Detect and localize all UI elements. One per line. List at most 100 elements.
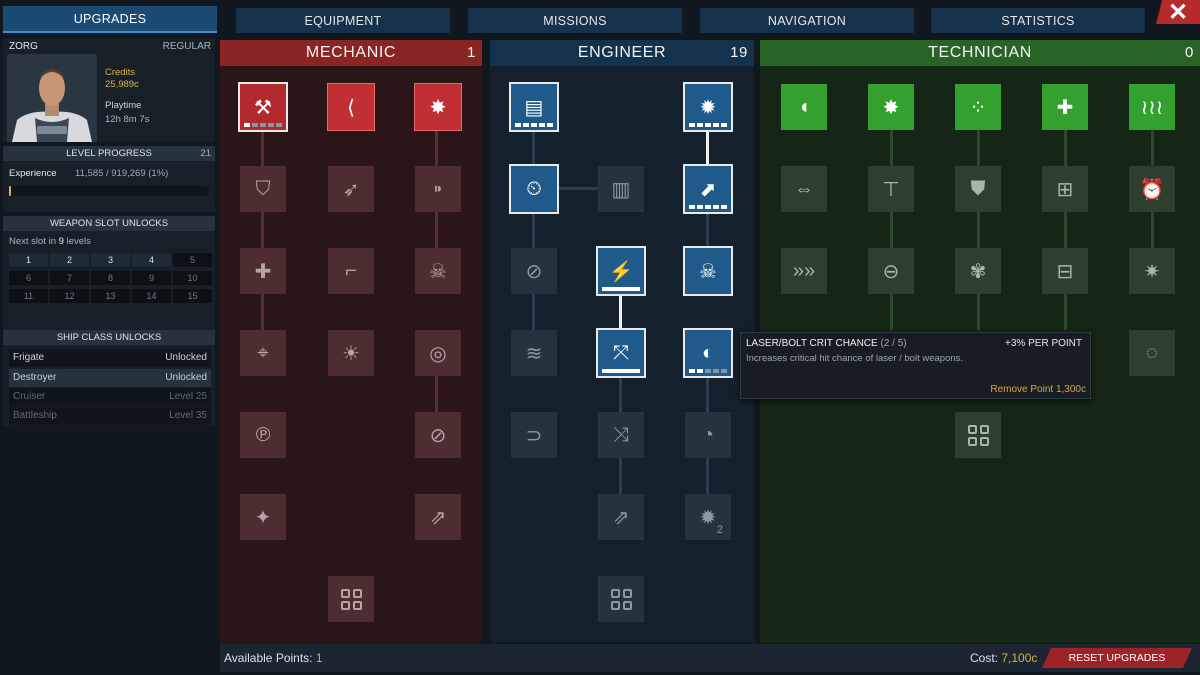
engineer-node-arc[interactable]: ⤨ (598, 412, 644, 458)
technician-node-scatter[interactable]: ⁘ (955, 84, 1001, 130)
mechanic-node-skull[interactable]: ☠ (415, 248, 461, 294)
rank-pip (602, 369, 640, 373)
mechanic-node-burst[interactable]: ✸ (415, 84, 461, 130)
tooltip-title: LASER/BOLT CRIT CHANCE (2 / 5) (746, 338, 907, 349)
battery-plus-icon: ▥ (611, 178, 631, 201)
cluster-icon: ✾ (969, 260, 987, 283)
technician-node-dice[interactable] (955, 412, 1001, 458)
experience-bar-fill (9, 186, 11, 196)
engineer-node-chain[interactable]: ⤧ (596, 328, 646, 378)
upgrades-screen: { "tabs": [ {"label": "UPGRADES", "activ… (0, 0, 1200, 675)
technician-node-spark[interactable]: ✸ (868, 84, 914, 130)
engineer-node-waves[interactable]: ≋ (511, 330, 557, 376)
mechanic-node-orbit[interactable]: ⊘ (415, 412, 461, 458)
tab-equipment[interactable]: EQUIPMENT (236, 8, 450, 33)
mechanic-node-parking[interactable]: ℗ (240, 412, 286, 458)
mechanic-node-rockets[interactable]: ⇗ (415, 494, 461, 540)
technician-node-gyro[interactable]: ⊖ (868, 248, 914, 294)
reset-upgrades-button[interactable]: RESET UPGRADES (1042, 648, 1192, 668)
cycle-icon: ◎ (429, 342, 447, 365)
technician-node-medkit-timer[interactable]: ⊞ (1042, 166, 1088, 212)
shield-burst-icon: ⛊ (970, 177, 986, 200)
tab-upgrades[interactable]: UPGRADES (3, 6, 217, 33)
mechanic-node-missile[interactable]: ➶ (328, 166, 374, 212)
technician-node-anchor[interactable]: ⊤ (868, 166, 914, 212)
engineer-node-lightning[interactable]: ⚡ (596, 246, 646, 296)
engineer-node-no-signal[interactable]: ⊘ (511, 248, 557, 294)
mechanic-header: MECHANIC 1 (220, 40, 482, 66)
mechanic-node-boomerang[interactable]: ⌐ (328, 248, 374, 294)
engineer-node-orbit[interactable]: ◔ (685, 412, 731, 458)
mechanic-node-sun[interactable]: ☀ (328, 330, 374, 376)
technician-node-recycle[interactable]: ◌ (1129, 330, 1175, 376)
engineer-node-bolts[interactable]: ⇗ (598, 494, 644, 540)
engineer-node-battery-timer[interactable]: ⏲ (509, 164, 559, 214)
technician-node-heat[interactable]: ≀≀≀ (1129, 84, 1175, 130)
sun-icon: ☀ (342, 342, 360, 365)
technician-node-medkit-arrow[interactable]: ⊟ (1042, 248, 1088, 294)
engineer-node-bolt-shot[interactable]: ⬈ (683, 164, 733, 214)
ship-name: Frigate (13, 352, 45, 363)
tab-bar: UPGRADES EQUIPMENT MISSIONS NAVIGATION S… (0, 0, 1200, 34)
recycle-icon: ◌ (1146, 341, 1158, 364)
rank-pip (697, 123, 703, 127)
crit-cycle-icon: ◐ (701, 341, 715, 364)
mechanic-node-target[interactable]: ⌖ (240, 330, 286, 376)
mechanic-node-heal[interactable]: ✚ (240, 248, 286, 294)
weapon-slot: 4 (132, 253, 171, 267)
technician-node-cluster[interactable]: ✾ (955, 248, 1001, 294)
technician-node-alarm[interactable]: ⏰ (1129, 166, 1175, 212)
technician-node-shield-burst[interactable]: ⛊ (955, 166, 1001, 212)
tab-navigation[interactable]: NAVIGATION (700, 8, 914, 33)
technician-node-medkit[interactable]: ✚ (1042, 84, 1088, 130)
mechanic-node-bullets[interactable]: ⁍ (415, 166, 461, 212)
experience-label: Experience (9, 168, 57, 179)
mechanic-node-repair[interactable]: ⚒ (238, 82, 288, 132)
dice-icon (340, 588, 362, 610)
target-burst-icon: ⌖ (257, 341, 269, 364)
ship-row-destroyer[interactable]: Destroyer Unlocked (9, 369, 211, 387)
rank-pip (268, 123, 274, 127)
available-label: Available Points: (224, 651, 313, 665)
weapon-slot: 6 (9, 271, 48, 285)
engineer-node-magnet[interactable]: ⊃ (511, 412, 557, 458)
weapon-slot: 11 (9, 289, 48, 303)
technician-node-bullet[interactable]: ◖ (781, 84, 827, 130)
engineer-node-laser-crit[interactable]: ◐ (683, 328, 733, 378)
plus-icon: ✚ (254, 260, 272, 283)
tab-missions[interactable]: MISSIONS (468, 8, 682, 33)
rank-pip (721, 205, 727, 209)
ship-status: Unlocked (165, 352, 207, 363)
ship-class-header: SHIP CLASS UNLOCKS (3, 330, 215, 345)
level-badge: 2 (716, 524, 723, 536)
engineer-node-battery[interactable]: ▤ (509, 82, 559, 132)
level-progress-panel: LEVEL PROGRESS 21 Experience 11,585 / 91… (3, 146, 215, 212)
technician-node-arrows[interactable]: ⇔ (781, 166, 827, 212)
rank-pips (602, 287, 640, 291)
engineer-node-dice[interactable] (598, 576, 644, 622)
technician-node-chevrons[interactable]: »» (781, 248, 827, 294)
engineer-node-battery-plus[interactable]: ▥ (598, 166, 644, 212)
mechanic-node-dice[interactable] (328, 576, 374, 622)
ship-row-frigate[interactable]: Frigate Unlocked (9, 349, 211, 367)
mechanic-node-armor[interactable]: ⛉ (240, 166, 286, 212)
engineer-node-bug[interactable]: ✹ (683, 82, 733, 132)
engineer-node-skull-bolt[interactable]: ☠ (683, 246, 733, 296)
ship-row-cruiser[interactable]: Cruiser Level 25 (9, 388, 211, 406)
level-progress-title: LEVEL PROGRESS (66, 148, 152, 159)
mechanic-node-sparks[interactable]: ✦ (240, 494, 286, 540)
tab-statistics[interactable]: STATISTICS (931, 8, 1145, 33)
close-button[interactable]: ✕ (1156, 0, 1200, 24)
weapon-slot: 5 (173, 253, 212, 267)
engineer-node-bug-2[interactable]: ✹ 2 (685, 494, 731, 540)
level-progress-header: LEVEL PROGRESS 21 (3, 146, 215, 161)
experience-bar (9, 186, 209, 196)
technician-node-spike[interactable]: ✷ (1129, 248, 1175, 294)
mechanic-node-cycle[interactable]: ◎ (415, 330, 461, 376)
mechanic-node-hull[interactable]: ⟨ (328, 84, 374, 130)
ship-row-battleship[interactable]: Battleship Level 35 (9, 407, 211, 425)
experience-value: 11,585 / 919,269 (1%) (75, 168, 169, 179)
weapon-slot: 14 (132, 289, 171, 303)
remove-point-link[interactable]: Remove Point 1,300c (990, 384, 1086, 395)
rank-pip (252, 123, 258, 127)
